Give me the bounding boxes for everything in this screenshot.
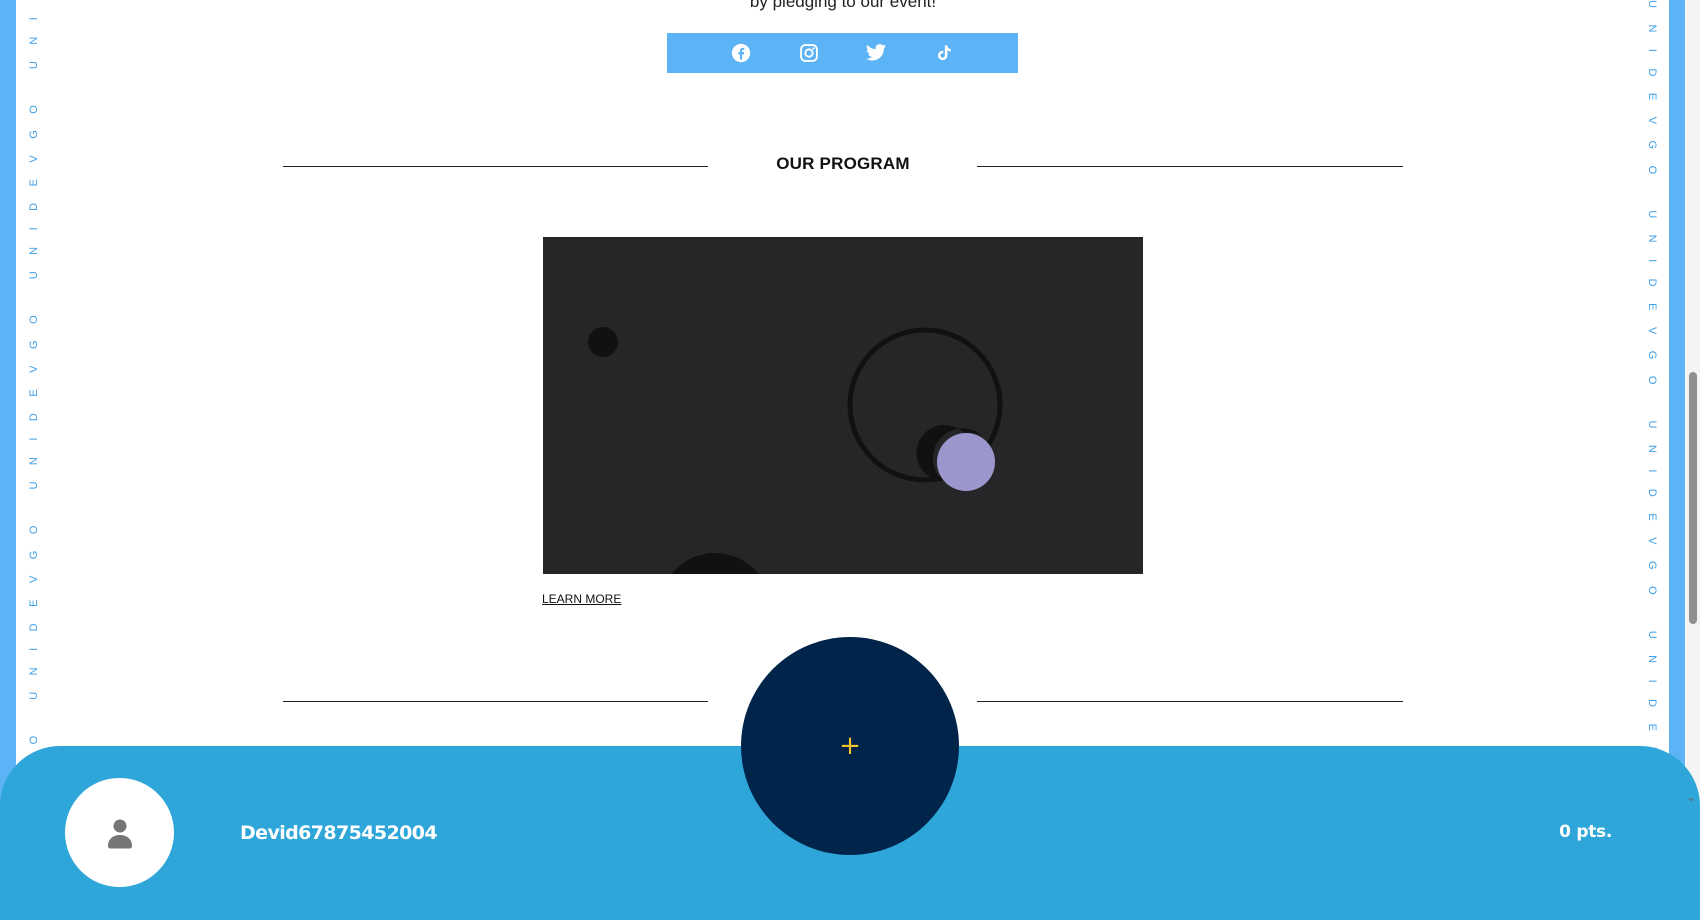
tiktok-icon[interactable] [933, 42, 955, 64]
chevron-down-icon[interactable]: ⌄ [1686, 790, 1696, 804]
section-title: OUR PROGRAM [776, 154, 910, 173]
username: Devid67875452004 [240, 822, 438, 844]
section-divider-right [977, 166, 1403, 167]
section-divider-left [283, 166, 708, 167]
add-button[interactable]: + [741, 637, 959, 855]
intro-text: by pledging to our event! [749, 0, 937, 11]
user-icon [107, 819, 132, 848]
social-links-bar [667, 33, 1018, 73]
scrollbar-thumb[interactable] [1689, 372, 1697, 624]
program-video[interactable] [543, 237, 1143, 574]
section-divider-right-2 [977, 701, 1403, 702]
points-count: 0 pts. [1559, 822, 1612, 842]
loading-animation [588, 327, 1003, 574]
section-divider-left-2 [283, 701, 708, 702]
facebook-icon[interactable] [730, 42, 752, 64]
plus-icon: + [839, 731, 861, 761]
instagram-icon[interactable] [798, 42, 820, 64]
avatar[interactable] [65, 778, 174, 887]
twitter-icon[interactable] [865, 42, 887, 64]
learn-more-link[interactable]: LEARN MORE [542, 592, 621, 606]
